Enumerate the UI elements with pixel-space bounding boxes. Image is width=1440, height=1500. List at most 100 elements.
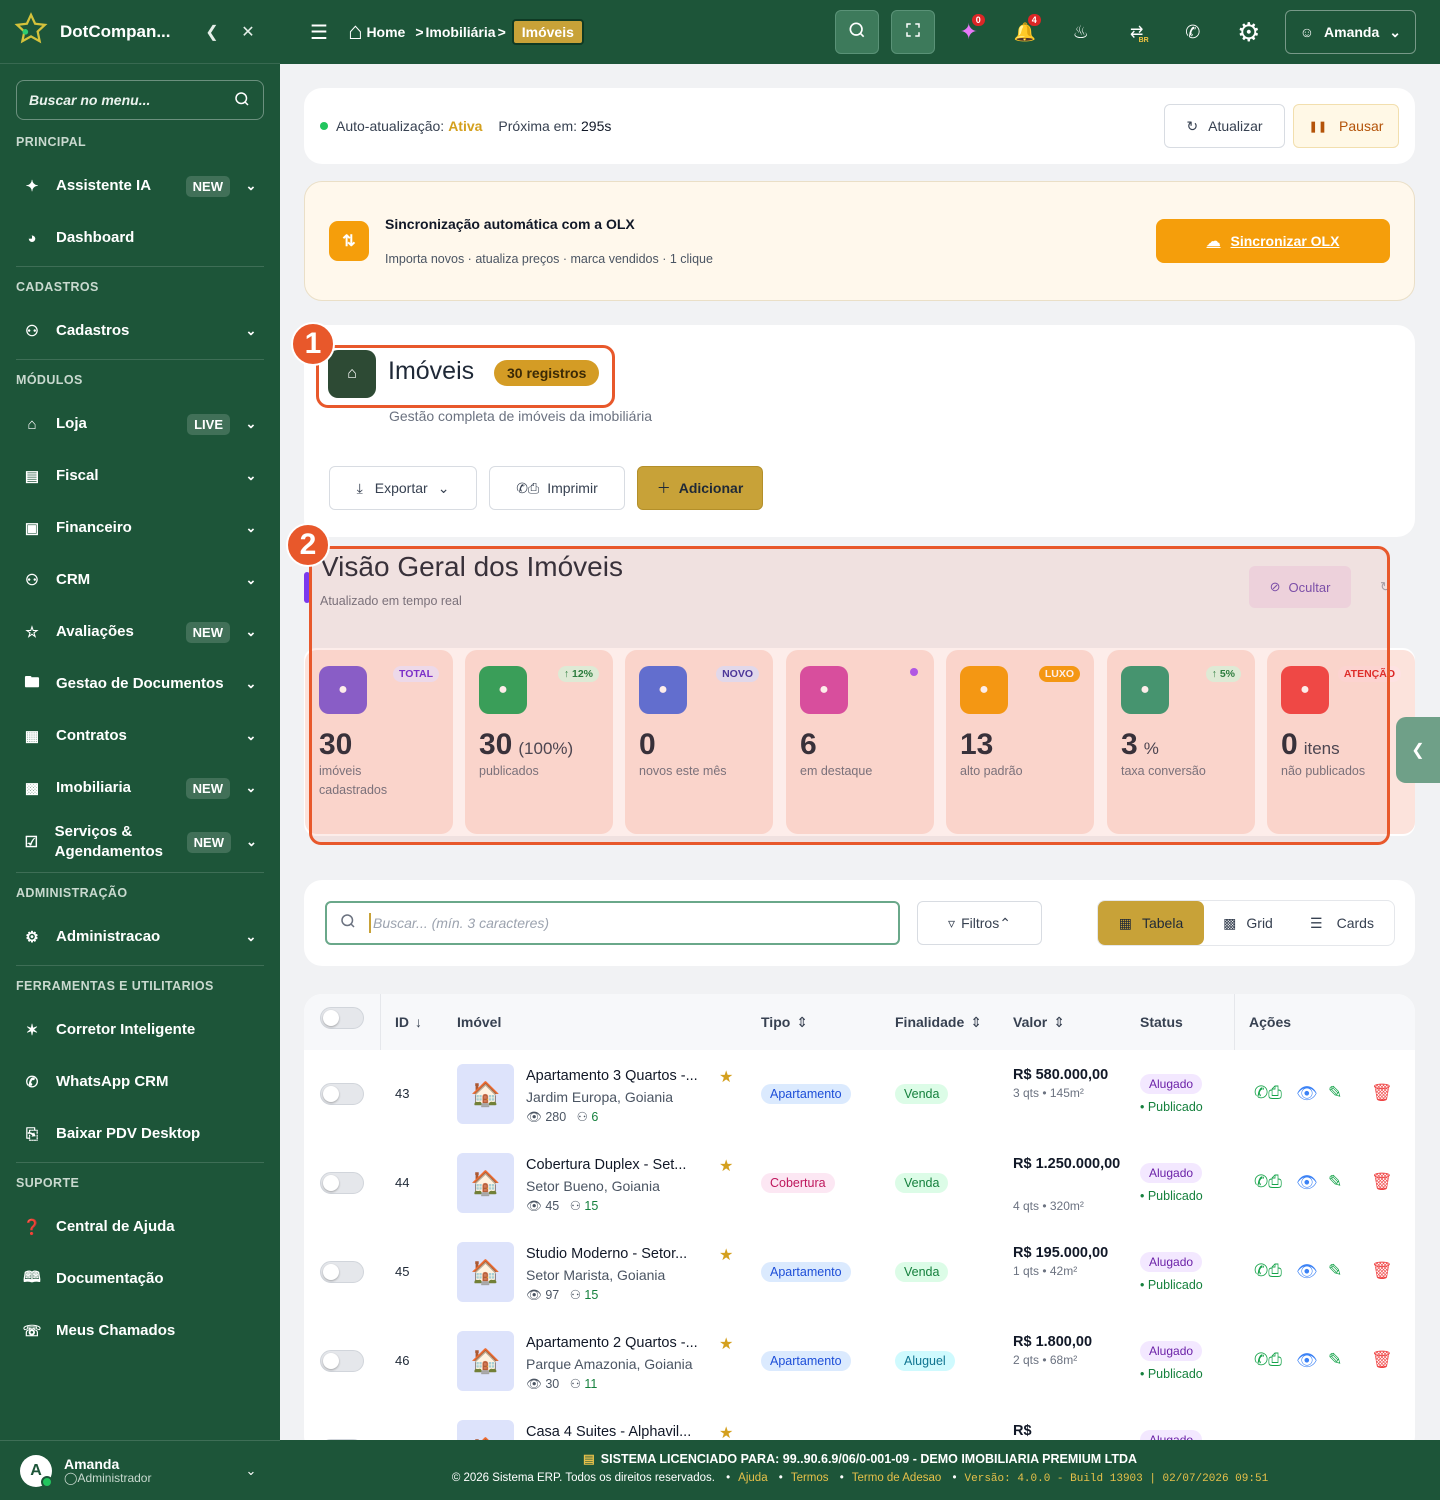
property-title[interactable]: Apartamento 2 Quartos -... [526, 1335, 698, 1351]
select-all-toggle[interactable] [320, 1007, 364, 1029]
edit-icon[interactable]: ✎ [1328, 1261, 1342, 1281]
sidebar-item-corretor[interactable]: ✶ Corretor Inteligente [0, 1004, 280, 1056]
sidebar-item-chamados[interactable]: ☏ Meus Chamados [0, 1305, 280, 1357]
chevron-down-icon[interactable]: ⌄ [242, 1463, 260, 1479]
export-button[interactable]: ⤓ Exportar ⌄ [329, 466, 477, 510]
fullscreen-button[interactable] [890, 10, 935, 54]
sync-olx-button[interactable]: ☁ Sincronizar OLX [1156, 219, 1390, 263]
sidebar-item-pdv[interactable]: ⎘ Baixar PDV Desktop [0, 1108, 280, 1160]
row-toggle[interactable] [320, 1350, 364, 1372]
sidebar-item-avaliacoes[interactable]: ☆ Avaliações NEW ⌄ [0, 606, 280, 658]
ai-button[interactable]: ✦ 0 [947, 10, 991, 54]
row-toggle[interactable] [320, 1083, 364, 1105]
sidebar-item-whatsapp[interactable]: ✆ WhatsApp CRM [0, 1056, 280, 1108]
breadcrumb-parent[interactable]: Imobiliária [426, 24, 496, 40]
sidebar-item-documentacao[interactable]: 🕮 Documentação [0, 1253, 280, 1305]
edit-icon[interactable]: ✎ [1328, 1172, 1342, 1192]
print-button[interactable]: ✆⎙ Imprimir [489, 466, 625, 510]
edit-icon[interactable]: ✎ [1328, 1083, 1342, 1103]
whatsapp-icon: ✆ [25, 1074, 39, 1091]
search-input[interactable]: Buscar... (mín. 3 caracteres) [325, 901, 900, 945]
gauge-icon: ◕ [27, 229, 37, 247]
receipt-icon: ▤ [24, 468, 40, 485]
col-id[interactable]: ID ↓ [395, 994, 422, 1050]
col-finalidade[interactable]: Finalidade ⇕ [895, 994, 982, 1050]
sidebar-item-fiscal[interactable]: ▤ Fiscal ⌄ [0, 450, 280, 502]
settings-button[interactable]: ⚙ [1227, 10, 1271, 54]
refresh-button[interactable]: ↻ Atualizar [1164, 104, 1285, 148]
chevron-left-icon[interactable]: ❮ [194, 22, 230, 42]
table-row[interactable]: 43 🏠 Apartamento 3 Quartos -... ★ Jardim Eur… [304, 1050, 1415, 1139]
view-icon[interactable]: 👁 [1296, 1351, 1318, 1371]
footer: ▤ SISTEMA LICENCIADO PARA: 99..90.6.9/06/… [280, 1440, 1440, 1500]
star-icon: ★ [719, 1069, 734, 1086]
whatsapp-print-icon: ✆⎙ [516, 479, 540, 496]
whatsapp-share-icon[interactable]: ✆⎙ [1254, 1261, 1282, 1281]
pause-button[interactable]: ❚❚ Pausar [1293, 104, 1399, 148]
add-button[interactable]: ＋ Adicionar [637, 466, 763, 510]
search-button[interactable] [834, 10, 879, 54]
view-icon[interactable]: 👁 [1296, 1262, 1318, 1282]
sidebar-item-dashboard[interactable]: ◕ Dashboard [0, 212, 280, 264]
whatsapp-share-icon[interactable]: ✆⎙ [1254, 1083, 1282, 1103]
alerts-button[interactable]: ♨ [1059, 10, 1103, 54]
delete-icon[interactable]: 🗑 [1371, 1172, 1393, 1192]
breadcrumb-current: Imóveis [511, 19, 584, 45]
edit-icon[interactable]: ✎ [1328, 1350, 1342, 1370]
new-badge: NEW [185, 777, 230, 799]
view-cards-button[interactable]: ☰ Cards [1292, 915, 1392, 932]
view-grid-button[interactable]: ▩ Grid [1204, 915, 1292, 932]
filters-button[interactable]: ▿ Filtros ⌃ [917, 901, 1042, 945]
language-button[interactable]: ⇄ BR [1115, 10, 1159, 54]
money-icon: ▣ [24, 520, 40, 537]
sidebar-item-administracao[interactable]: ⚙ Administracao ⌄ [0, 911, 280, 963]
status-badge: Alugado [1140, 1430, 1203, 1440]
whatsapp-button[interactable]: ✆ [1171, 10, 1215, 54]
property-title[interactable]: Casa 4 Suites - Alphavil... [526, 1424, 691, 1440]
footer-link-adesao[interactable]: Termo de Adesao [852, 1472, 942, 1484]
user-menu-button[interactable]: ☺ Amanda ⌄ [1284, 10, 1416, 54]
table-row[interactable]: 🏠 Casa 4 Suites - Alphavil... ★ R$ Alugado [304, 1406, 1415, 1440]
row-toggle[interactable] [320, 1261, 364, 1283]
sidebar-item-assistente[interactable]: ✦ Assistente IA NEW ⌄ [0, 160, 280, 212]
breadcrumb-home[interactable]: Home [366, 24, 405, 40]
page-subtitle: Gestão completa de imóveis da imobiliári… [389, 408, 653, 424]
view-icon[interactable]: 👁 [1296, 1173, 1318, 1193]
property-title[interactable]: Cobertura Duplex - Set... [526, 1157, 686, 1173]
table-row[interactable]: 44 🏠 Cobertura Duplex - Set... ★ Setor Bueno… [304, 1139, 1415, 1228]
sidebar-item-loja[interactable]: ⌂ Loja LIVE ⌄ [0, 398, 280, 450]
sort-icon: ⇕ [970, 1013, 982, 1030]
row-toggle[interactable] [320, 1172, 364, 1194]
sidebar-item-financeiro[interactable]: ▣ Financeiro ⌄ [0, 502, 280, 554]
close-icon[interactable]: ✕ [230, 22, 266, 42]
whatsapp-share-icon[interactable]: ✆⎙ [1254, 1172, 1282, 1192]
side-panel-toggle[interactable]: ❮ [1396, 717, 1440, 783]
sidebar-item-cadastros[interactable]: ⚇ Cadastros ⌄ [0, 305, 280, 357]
view-table-button[interactable]: ▦ Tabela [1098, 901, 1204, 945]
table-row[interactable]: 45 🏠 Studio Moderno - Setor... ★ Setor Maris… [304, 1228, 1415, 1317]
menu-search-input[interactable]: Buscar no menu... [16, 80, 264, 120]
delete-icon[interactable]: 🗑 [1371, 1261, 1393, 1281]
sidebar-item-crm[interactable]: ⚇ CRM ⌄ [0, 554, 280, 606]
sidebar-item-contratos[interactable]: ▦ Contratos ⌄ [0, 710, 280, 762]
table-row[interactable]: 46 🏠 Apartamento 2 Quartos -... ★ Parque Ama… [304, 1317, 1415, 1406]
menu-icon[interactable]: ☰ [310, 20, 328, 45]
property-title[interactable]: Apartamento 3 Quartos -... [526, 1068, 698, 1084]
property-title[interactable]: Studio Moderno - Setor... [526, 1246, 687, 1262]
notifications-button[interactable]: 🔔 4 [1003, 10, 1047, 54]
footer-link-ajuda[interactable]: Ajuda [738, 1472, 767, 1484]
sidebar-item-imobiliaria[interactable]: ▩ Imobiliaria NEW ⌄ [0, 762, 280, 814]
view-icon[interactable]: 👁 [1296, 1084, 1318, 1104]
whatsapp-share-icon[interactable]: ✆⎙ [1254, 1350, 1282, 1370]
list-icon: ☰ [1310, 914, 1323, 931]
delete-icon[interactable]: 🗑 [1371, 1350, 1393, 1370]
footer-link-termos[interactable]: Termos [791, 1472, 829, 1484]
sidebar-item-documentos[interactable]: 🖿 Gestao de Documentos ⌄ [0, 658, 280, 710]
sidebar-user[interactable]: A Amanda ◯Administrador ⌄ [0, 1440, 280, 1500]
row-id: 46 [395, 1353, 410, 1368]
col-tipo[interactable]: Tipo ⇕ [761, 994, 808, 1050]
sidebar-item-ajuda[interactable]: ❓ Central de Ajuda [0, 1201, 280, 1253]
delete-icon[interactable]: 🗑 [1371, 1083, 1393, 1103]
col-valor[interactable]: Valor ⇕ [1013, 994, 1065, 1050]
sidebar-item-servicos[interactable]: ☑ Serviços & Agendamentos NEW ⌄ [0, 814, 280, 870]
